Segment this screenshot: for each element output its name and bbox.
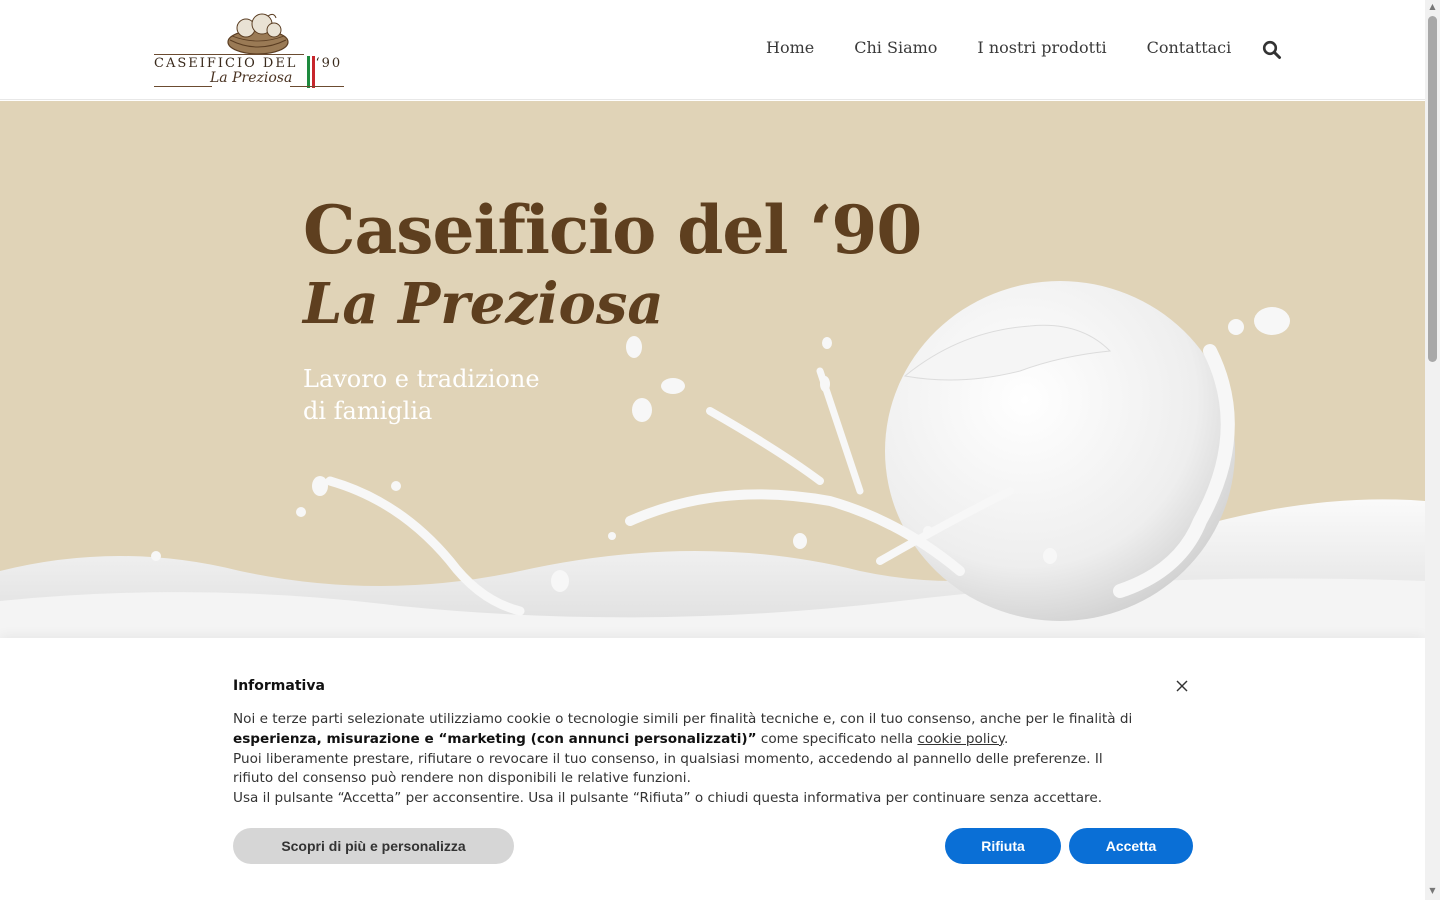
nav-home[interactable]: Home [766,38,814,57]
page-scrollbar[interactable]: ▲ ▼ [1425,0,1440,900]
nav-chi-siamo[interactable]: Chi Siamo [854,38,937,57]
hero-subtitle: Lavoro e tradizione di famiglia [303,363,540,427]
cookie-reject-button[interactable]: Rifiuta [945,828,1061,864]
hero-subtitle-line1: Lavoro e tradizione [303,365,540,393]
search-button[interactable] [1262,40,1282,60]
scroll-up-arrow-icon[interactable]: ▲ [1428,2,1437,12]
logo-year: ‘90 [315,56,343,71]
close-icon [1176,680,1188,692]
cookie-text-line: Noi e terze parti selezionate utilizziam… [233,711,1133,727]
cookie-customize-button[interactable]: Scopri di più e personalizza [233,828,514,864]
cheese-basket-icon [227,13,289,55]
hero-subtitle-line2: di famiglia [303,397,433,425]
hero-title: Caseificio del ‘90 [303,191,922,269]
cookie-text-line: rifiuto del consenso può rendere non dis… [233,770,691,787]
site-logo[interactable]: CASEIFICIO DEL ‘90 La Preziosa [150,12,350,92]
italian-flag-icon [307,56,316,88]
cookie-text-span: . [1003,730,1009,747]
nav-prodotti[interactable]: I nostri prodotti [977,38,1106,57]
cookie-text-line: Puoi liberamente prestare, rifiutare o r… [233,750,1103,767]
hero-script-title: La Preziosa [303,271,664,337]
cookie-text-bold: esperienza, misurazione e “marketing (co… [233,730,757,747]
main-nav: Home Chi Siamo I nostri prodotti Contatt… [766,38,1271,57]
cookie-banner-text: Noi e terze parti selezionate utilizziam… [233,710,1173,809]
scrollbar-thumb[interactable] [1428,16,1437,362]
cookie-text-span: come specificato nella [756,730,918,747]
logo-rule-top [154,54,304,55]
cookie-banner: Informativa Noi e terze parti selezionat… [0,638,1425,900]
nav-contattaci[interactable]: Contattaci [1147,38,1232,57]
cookie-accept-button[interactable]: Accetta [1069,828,1193,864]
site-header: CASEIFICIO DEL ‘90 La Preziosa Home Chi S… [0,0,1425,100]
milk-splash-mozzarella-illustration [0,281,1425,638]
logo-script: La Preziosa [210,70,293,86]
hero-banner: Caseificio del ‘90 La Preziosa Lavoro e … [0,101,1425,638]
search-icon [1262,40,1281,59]
cookie-close-button[interactable] [1172,676,1192,696]
logo-line1: CASEIFICIO DEL [154,56,298,71]
cookie-policy-link[interactable]: cookie policy [917,731,1004,747]
logo-rule-right [290,86,344,87]
cookie-text-line: Usa il pulsante “Accetta” per acconsenti… [233,790,1103,807]
logo-rule-left [154,86,212,87]
scroll-down-arrow-icon[interactable]: ▼ [1428,886,1437,896]
cookie-banner-title: Informativa [233,678,325,694]
cookie-text-line: esperienza, misurazione e “marketing (co… [233,730,1173,750]
